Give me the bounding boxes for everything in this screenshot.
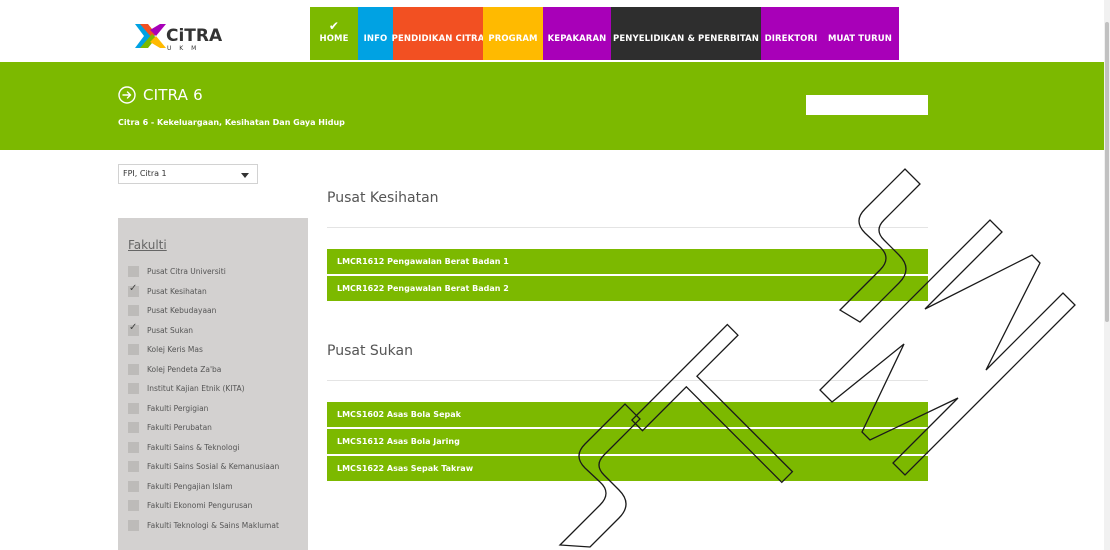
- checkbox-icon[interactable]: [128, 500, 139, 512]
- course-item[interactable]: LMCS1602 Asas Bola Sepak: [327, 402, 928, 428]
- faculty-checkbox-label: Fakulti Ekonomi Pengurusan: [147, 501, 253, 511]
- course-item[interactable]: LMCR1612 Pengawalan Berat Badan 1: [327, 249, 928, 275]
- course-item[interactable]: LMCR1622 Pengawalan Berat Badan 2: [327, 276, 928, 302]
- faculty-checkbox-label: Institut Kajian Etnik (KITA): [147, 384, 245, 394]
- faculty-checkbox-item[interactable]: Fakulti Sains & Teknologi: [128, 438, 279, 458]
- search-input[interactable]: [806, 95, 928, 115]
- page-title-text: CITRA 6: [143, 86, 203, 104]
- faculty-checkbox-label: Pusat Kesihatan: [147, 286, 207, 296]
- faculty-checkbox-item[interactable]: Pusat Kesihatan: [128, 282, 279, 302]
- nav-info[interactable]: INFO: [358, 7, 393, 60]
- faculty-checkbox-label: Fakulti Pergigian: [147, 403, 209, 413]
- checkbox-checked-icon[interactable]: [128, 322, 139, 336]
- nav-home[interactable]: ✔ HOME: [310, 7, 358, 60]
- logo-subtext: U K M: [167, 45, 199, 52]
- faculty-checkbox-label: Fakulti Sains & Teknologi: [147, 442, 240, 452]
- faculty-checkbox-label: Pusat Kebudayaan: [147, 306, 217, 316]
- faculty-checkbox-item[interactable]: Institut Kajian Etnik (KITA): [128, 379, 279, 399]
- checkmark-icon: ✔: [328, 19, 340, 33]
- nav-kepakaran[interactable]: KEPAKARAN: [543, 7, 611, 60]
- nav-pendidikan-label: PENDIDIKAN CITRA: [391, 34, 485, 44]
- course-item[interactable]: LMCS1622 Asas Sepak Takraw: [327, 456, 928, 482]
- faculty-checkbox-item[interactable]: Pusat Kebudayaan: [128, 301, 279, 321]
- citra-logo[interactable]: CiTRA U K M: [130, 20, 260, 52]
- checkbox-icon[interactable]: [128, 363, 139, 375]
- checkbox-checked-icon[interactable]: [128, 283, 139, 297]
- faculty-checkbox-item[interactable]: Fakulti Ekonomi Pengurusan: [128, 496, 279, 516]
- nav-direktori[interactable]: DIREKTORI: [761, 7, 821, 60]
- caret-down-icon: [241, 173, 249, 178]
- section-title-pusat-sukan: Pusat Sukan: [327, 343, 413, 359]
- checkbox-icon[interactable]: [128, 461, 139, 473]
- main-nav: ✔ HOME INFO PENDIDIKAN CITRA PROGRAM KEP…: [310, 7, 899, 60]
- checkbox-icon[interactable]: [128, 266, 139, 278]
- nav-pendidikan-citra[interactable]: PENDIDIKAN CITRA: [391, 7, 485, 60]
- nav-program-label: PROGRAM: [488, 34, 538, 44]
- page-subtitle: Citra 6 - Kekeluargaan, Kesihatan Dan Ga…: [118, 118, 345, 127]
- faculty-checkbox-item[interactable]: Fakulti Perubatan: [128, 418, 279, 438]
- section-title-pusat-kesihatan: Pusat Kesihatan: [327, 190, 439, 206]
- scrollbar-thumb[interactable]: [1105, 22, 1109, 322]
- nav-penyelidikan-label: PENYELIDIKAN & PENERBITAN: [613, 34, 759, 44]
- nav-muat-turun[interactable]: MUAT TURUN: [821, 7, 899, 60]
- arrow-right-circle-icon: [118, 86, 136, 104]
- checkbox-icon[interactable]: [128, 383, 139, 395]
- faculty-checkbox-item[interactable]: Fakulti Teknologi & Sains Maklumat: [128, 516, 279, 536]
- logo-text: CiTRA: [166, 26, 223, 46]
- nav-direktori-label: DIREKTORI: [764, 34, 818, 44]
- faculty-checkbox-item[interactable]: Fakulti Pergigian: [128, 399, 279, 419]
- faculty-checkbox-item[interactable]: Fakulti Sains Sosial & Kemanusiaan: [128, 457, 279, 477]
- faculty-checkbox-label: Kolej Pendeta Za'ba: [147, 364, 222, 374]
- section-divider: [327, 227, 928, 228]
- checkbox-icon[interactable]: [128, 441, 139, 453]
- faculty-filter-sidebar: Fakulti Pusat Citra Universiti Pusat Kesi…: [118, 218, 308, 550]
- faculty-checkbox-label: Pusat Citra Universiti: [147, 267, 226, 277]
- nav-program[interactable]: PROGRAM: [483, 7, 543, 60]
- faculty-checkbox-label: Fakulti Perubatan: [147, 423, 212, 433]
- faculty-checkbox-label: Pusat Sukan: [147, 325, 194, 335]
- faculty-checkbox-label: Fakulti Sains Sosial & Kemanusiaan: [147, 462, 280, 472]
- faculty-checkbox-item[interactable]: Kolej Keris Mas: [128, 340, 279, 360]
- course-item[interactable]: LMCS1612 Asas Bola Jaring: [327, 429, 928, 455]
- citra-logo-image: CiTRA U K M: [135, 24, 223, 52]
- faculty-checkbox-item[interactable]: Pusat Sukan: [128, 321, 279, 341]
- citra-select-value: FPI, Citra 1: [123, 169, 167, 178]
- checkbox-icon[interactable]: [128, 344, 139, 356]
- faculty-checkbox-item[interactable]: Kolej Pendeta Za'ba: [128, 360, 279, 380]
- checkbox-icon[interactable]: [128, 402, 139, 414]
- checkbox-icon[interactable]: [128, 480, 139, 492]
- page-title: CITRA 6: [118, 86, 203, 104]
- nav-muat-turun-label: MUAT TURUN: [827, 34, 893, 44]
- page-scrollbar[interactable]: [1104, 0, 1110, 550]
- faculty-checkbox-label: Fakulti Pengajian Islam: [147, 481, 233, 491]
- faculty-filter-title[interactable]: Fakulti: [128, 238, 167, 252]
- faculty-checkbox-item[interactable]: Pusat Citra Universiti: [128, 262, 279, 282]
- faculty-checkbox-label: Kolej Keris Mas: [147, 345, 203, 355]
- faculty-checkbox-label: Fakulti Teknologi & Sains Maklumat: [147, 520, 279, 530]
- checkbox-icon[interactable]: [128, 519, 139, 531]
- nav-kepakaran-label: KEPAKARAN: [547, 34, 607, 44]
- checkbox-icon[interactable]: [128, 305, 139, 317]
- nav-info-label: INFO: [363, 34, 388, 44]
- checkbox-icon[interactable]: [128, 422, 139, 434]
- faculty-list: Pusat Citra Universiti Pusat Kesihatan Pus…: [128, 262, 279, 535]
- section-divider: [327, 380, 928, 381]
- nav-home-label: HOME: [319, 34, 349, 44]
- faculty-checkbox-item[interactable]: Fakulti Pengajian Islam: [128, 477, 279, 497]
- nav-penyelidikan-penerbitan[interactable]: PENYELIDIKAN & PENERBITAN: [611, 7, 761, 60]
- page-banner: [0, 62, 1104, 150]
- citra-select[interactable]: FPI, Citra 1: [118, 164, 258, 184]
